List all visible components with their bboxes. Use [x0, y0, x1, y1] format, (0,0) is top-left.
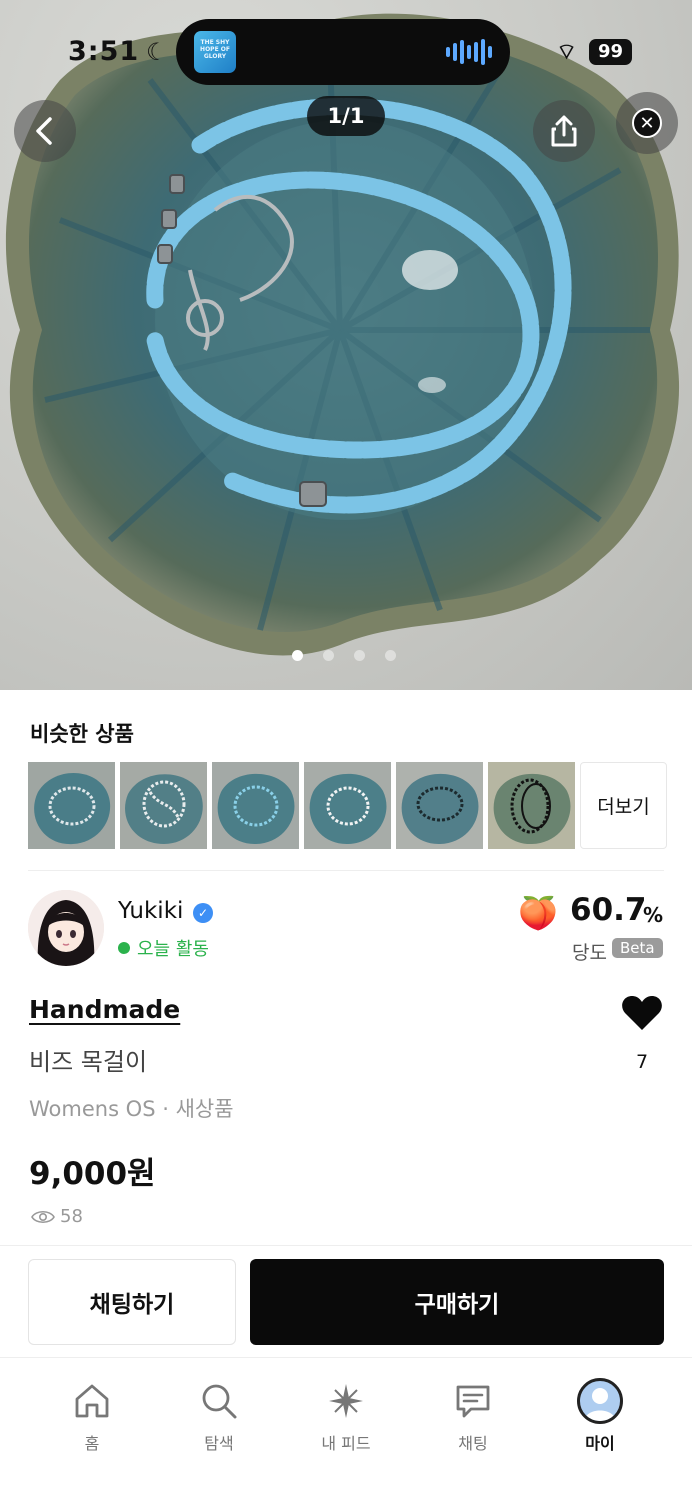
product-meta: Womens OS · 새상품	[29, 1097, 234, 1121]
tab-label: 채팅	[458, 1434, 488, 1453]
action-bar: 채팅하기 구매하기	[0, 1245, 692, 1358]
tab-my-feed[interactable]: 내 피드	[296, 1378, 396, 1454]
close-icon: ✕	[632, 108, 662, 138]
carousel-dots	[292, 650, 396, 661]
similar-product-thumbnail[interactable]	[120, 762, 207, 849]
share-icon	[551, 115, 577, 147]
buy-button[interactable]: 구매하기	[250, 1259, 664, 1345]
chat-button[interactable]: 채팅하기	[28, 1259, 236, 1345]
like-count: 7	[636, 1051, 649, 1073]
verified-badge-icon: ✓	[193, 903, 213, 923]
chat-icon	[456, 1385, 490, 1418]
share-button[interactable]	[533, 100, 595, 162]
search-icon	[202, 1384, 237, 1419]
tab-label: 내 피드	[321, 1434, 371, 1453]
activity-label: 오늘 활동	[137, 939, 209, 960]
sweetness-value: 60.7	[570, 892, 647, 928]
tab-label: 탐색	[204, 1434, 234, 1453]
seller-activity: 오늘 활동	[118, 935, 209, 961]
carousel-dot	[323, 650, 334, 661]
battery-indicator: 99	[588, 39, 632, 65]
tab-explore[interactable]: 탐색	[169, 1378, 269, 1454]
online-dot-icon	[118, 942, 130, 954]
beta-badge: Beta	[612, 938, 663, 958]
product-image-carousel[interactable]: 3:51 ☾ THE SHY HOPE OF GLORY ⌔ 99 1/1 ✕	[0, 0, 692, 690]
similar-product-thumbnail[interactable]	[488, 762, 575, 849]
tab-my[interactable]: 마이	[550, 1378, 650, 1454]
dynamic-island[interactable]: THE SHY HOPE OF GLORY	[176, 19, 510, 85]
similar-product-thumbnail[interactable]	[28, 762, 115, 849]
sweetness-label: 당도	[572, 942, 607, 964]
peach-icon: 🍑	[518, 894, 558, 932]
product-price: 9,000원	[29, 1156, 156, 1192]
image-counter: 1/1	[307, 96, 385, 136]
moon-icon: ☾	[146, 38, 168, 66]
similar-product-thumbnail[interactable]	[212, 762, 299, 849]
tab-chat[interactable]: 채팅	[423, 1378, 523, 1454]
product-brand[interactable]: Handmade	[29, 995, 180, 1024]
tab-label: 홈	[84, 1434, 100, 1453]
divider	[28, 870, 664, 871]
seller-avatar[interactable]	[28, 890, 104, 966]
close-button[interactable]: ✕	[616, 92, 678, 154]
product-title: 비즈 목걸이	[29, 1048, 148, 1076]
view-count: 58	[31, 1206, 83, 1227]
bottom-tab-bar: 홈 탐색 내 피드 채팅 마이	[0, 1358, 692, 1500]
back-button[interactable]	[14, 100, 76, 162]
tab-label: 마이	[585, 1434, 615, 1453]
eye-icon	[31, 1210, 55, 1223]
sweetness-unit: %	[643, 903, 664, 927]
see-more-button[interactable]: 더보기	[580, 762, 667, 849]
carousel-dot	[354, 650, 365, 661]
wifi-icon: ⌔	[556, 40, 577, 65]
audio-wave-icon	[446, 39, 492, 65]
carousel-dot	[292, 650, 303, 661]
heart-icon[interactable]	[621, 994, 663, 1032]
similar-products-list: 더보기	[28, 762, 667, 849]
view-count-value: 58	[60, 1206, 83, 1227]
similar-products-title: 비슷한 상품	[30, 722, 134, 746]
tab-home[interactable]: 홈	[42, 1378, 142, 1454]
chevron-left-icon	[36, 117, 52, 145]
sparkle-icon	[329, 1384, 363, 1418]
seller-name[interactable]: Yukiki	[118, 898, 183, 924]
album-art-text: THE SHY HOPE OF GLORY	[200, 39, 230, 60]
album-art-icon: THE SHY HOPE OF GLORY	[194, 31, 236, 73]
home-icon	[75, 1384, 109, 1418]
similar-product-thumbnail[interactable]	[396, 762, 483, 849]
similar-product-thumbnail[interactable]	[304, 762, 391, 849]
profile-icon	[577, 1378, 623, 1424]
carousel-dot	[385, 650, 396, 661]
status-time: 3:51	[68, 36, 140, 67]
